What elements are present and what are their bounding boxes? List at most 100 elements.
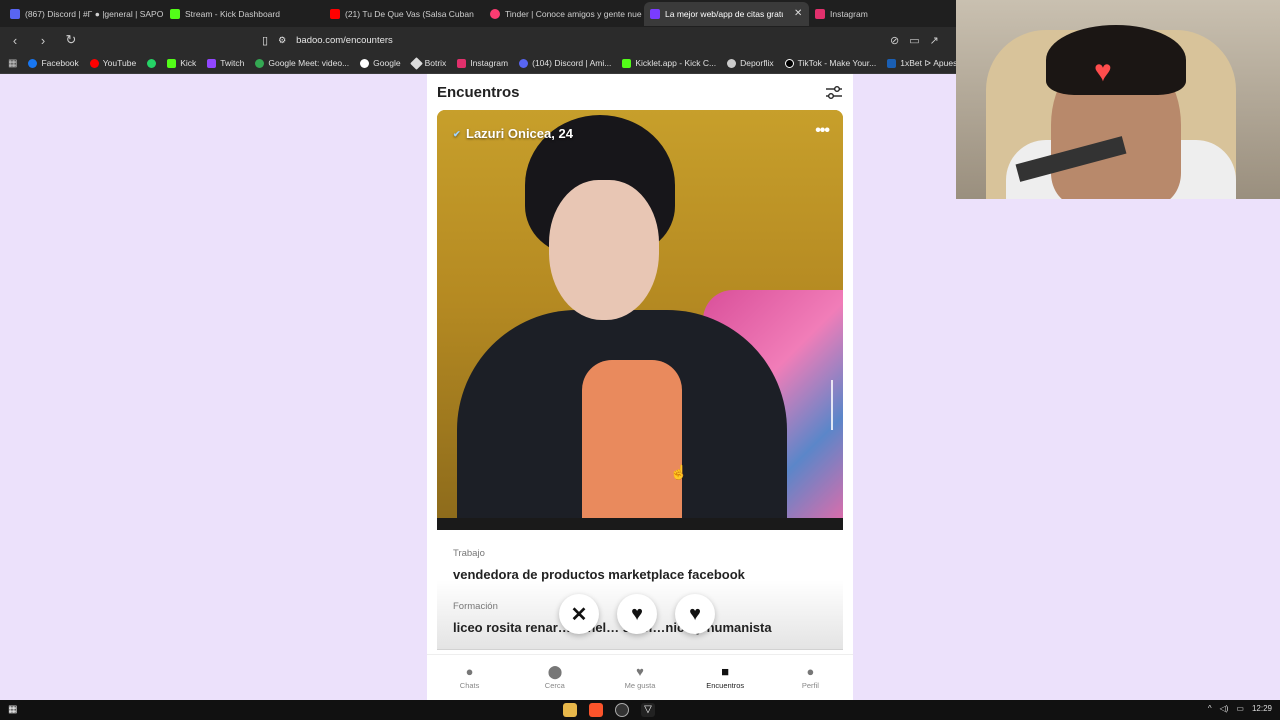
instagram-icon: [457, 58, 467, 68]
forward-arrow-icon[interactable]: ›: [36, 33, 50, 48]
app-icon[interactable]: ▽: [641, 703, 655, 717]
bookmark-kick[interactable]: Kick: [167, 58, 196, 68]
heart-icon: ♥: [636, 664, 644, 679]
bookmark-google[interactable]: Google: [360, 58, 401, 68]
pass-button[interactable]: ✕: [559, 594, 599, 634]
location-pin-icon: ⬤: [547, 664, 563, 679]
bookmark-youtube[interactable]: YouTube: [89, 58, 136, 68]
nav-encuentros[interactable]: ■ Encuentros: [683, 655, 768, 700]
discord-icon: [519, 58, 529, 68]
discord-icon: [10, 8, 20, 19]
education-label: Formación: [453, 601, 498, 612]
nav-cerca[interactable]: ⬤ Cerca: [512, 655, 597, 700]
windows-start-icon[interactable]: ▦: [8, 705, 18, 715]
google-icon: [255, 58, 265, 68]
tab-label: (867) Discord | #Γ ● |general | SAPO: [25, 8, 164, 19]
tiktok-icon: [784, 58, 794, 68]
close-icon: ✕: [570, 603, 588, 626]
close-icon[interactable]: ✕: [794, 8, 802, 19]
url-text[interactable]: badoo.com/encounters: [296, 35, 393, 46]
tab-discord[interactable]: (867) Discord | #Γ ● |general | SAPO: [4, 2, 164, 26]
bookmark-instagram[interactable]: Instagram: [457, 58, 508, 68]
bookmark-kicklet[interactable]: Kicklet.app - Kick C...: [622, 58, 716, 68]
like-button[interactable]: ♥: [675, 594, 715, 634]
bookmark-botrix[interactable]: Botrix: [409, 56, 446, 70]
site-settings-icon[interactable]: ⚙: [278, 35, 286, 46]
cast-icon[interactable]: ▭: [909, 34, 919, 47]
tab-label: Instagram: [830, 8, 868, 19]
language-icon[interactable]: ▭: [1236, 704, 1244, 713]
bookmark-twitch[interactable]: Twitch: [207, 58, 244, 68]
vote-actions: ✕ ♥ ♥: [559, 594, 715, 634]
verified-check-icon: ✔: [453, 129, 461, 139]
tab-badoo[interactable]: La mejor web/app de citas gratu ✕: [644, 1, 809, 26]
tab-label: (21) Tu De Que Vas (Salsa Cuban: [345, 8, 474, 19]
google-icon: [360, 58, 370, 68]
person-icon: ●: [806, 664, 815, 679]
tinder-icon: [490, 8, 500, 19]
youtube-icon: [89, 58, 99, 68]
gear-icon: [727, 58, 737, 68]
url-field[interactable]: ▯ ⚙ badoo.com/encounters: [262, 34, 393, 47]
nav-label: Chats: [459, 681, 480, 690]
bookmark-facebook[interactable]: Facebook: [28, 58, 79, 68]
tab-label: Tinder | Conoce amigos y gente nue: [505, 8, 642, 19]
tab-youtube[interactable]: (21) Tu De Que Vas (Salsa Cuban: [324, 2, 484, 26]
work-value: vendedora de productos marketplace faceb…: [453, 567, 745, 582]
more-options-icon[interactable]: •••: [815, 122, 830, 140]
cards-icon: ■: [721, 664, 730, 679]
file-explorer-icon[interactable]: [563, 703, 577, 717]
profile-name-text: Lazuri Onicea, 24: [466, 126, 573, 141]
taskbar-apps: ▽: [563, 703, 655, 717]
heart-icon: ♥: [689, 602, 701, 625]
share-icon[interactable]: ↗: [930, 34, 939, 47]
bookmark-discord[interactable]: (104) Discord | Ami...: [519, 58, 611, 68]
nav-label: Me gusta: [624, 681, 656, 690]
windows-taskbar: ▦ ▽ ^ ◁) ▭ 12:29: [0, 700, 1280, 720]
volume-icon[interactable]: ◁): [1220, 704, 1229, 713]
facebook-icon: [28, 58, 38, 68]
address-bar-actions: ⊘ ▭ ↗: [890, 34, 939, 47]
bookmark-tiktok[interactable]: TikTok - Make Your...: [784, 58, 876, 68]
chevron-up-icon[interactable]: ^: [1208, 704, 1212, 713]
bookmark-deporflix[interactable]: Deporflix: [727, 58, 774, 68]
back-arrow-icon[interactable]: ‹: [8, 33, 22, 48]
twitch-icon: [207, 58, 217, 68]
bottom-navigation: ● Chats ⬤ Cerca ♥ Me gusta ■ Encuentros …: [427, 654, 853, 700]
nav-me-gusta[interactable]: ♥ Me gusta: [597, 655, 682, 700]
photo-face: [549, 180, 659, 320]
kick-icon: [167, 58, 177, 68]
bookmark-1xbet[interactable]: 1xBet ᐅ Apues: [887, 58, 957, 69]
filter-settings-icon[interactable]: [825, 85, 843, 101]
no-tracking-icon[interactable]: ⊘: [890, 34, 899, 47]
bookmark-whatsapp[interactable]: [147, 58, 157, 68]
instagram-icon: [815, 8, 825, 19]
photo-shirt: [582, 360, 682, 530]
nav-chats[interactable]: ● Chats: [427, 655, 512, 700]
system-tray: ^ ◁) ▭ 12:29: [1208, 704, 1272, 713]
bookmark-google-meet[interactable]: Google Meet: video...: [255, 58, 349, 68]
kicklet-icon: [622, 58, 632, 68]
nav-perfil[interactable]: ● Perfil: [768, 655, 853, 700]
tab-label: Stream - Kick Dashboard: [185, 8, 280, 19]
reload-icon[interactable]: ↻: [64, 32, 78, 48]
webcam-overlay: ♥: [956, 0, 1280, 199]
profile-name: ✔ Lazuri Onicea, 24: [453, 126, 573, 141]
clock[interactable]: 12:29: [1252, 704, 1272, 713]
tab-instagram[interactable]: Instagram: [809, 2, 929, 26]
page-title: Encuentros: [437, 84, 520, 101]
nav-label: Cerca: [544, 681, 565, 690]
brave-browser-icon[interactable]: [589, 703, 603, 717]
tab-label: La mejor web/app de citas gratu: [665, 8, 783, 19]
profile-photo[interactable]: ✔ Lazuri Onicea, 24 ••• ☝: [437, 110, 843, 530]
obs-icon[interactable]: [615, 703, 629, 717]
photo-bottom-bar: [437, 518, 843, 530]
heart-icon: ♥: [1094, 55, 1112, 88]
tab-tinder[interactable]: Tinder | Conoce amigos y gente nue: [484, 2, 644, 26]
crush-button[interactable]: ♥: [617, 594, 657, 634]
whatsapp-icon: [147, 58, 157, 68]
bookmark-icon[interactable]: ▯: [262, 34, 268, 47]
tab-kick-dashboard[interactable]: Stream - Kick Dashboard: [164, 2, 324, 26]
apps-grid-icon[interactable]: ▦: [8, 58, 17, 69]
work-label: Trabajo: [453, 548, 485, 559]
